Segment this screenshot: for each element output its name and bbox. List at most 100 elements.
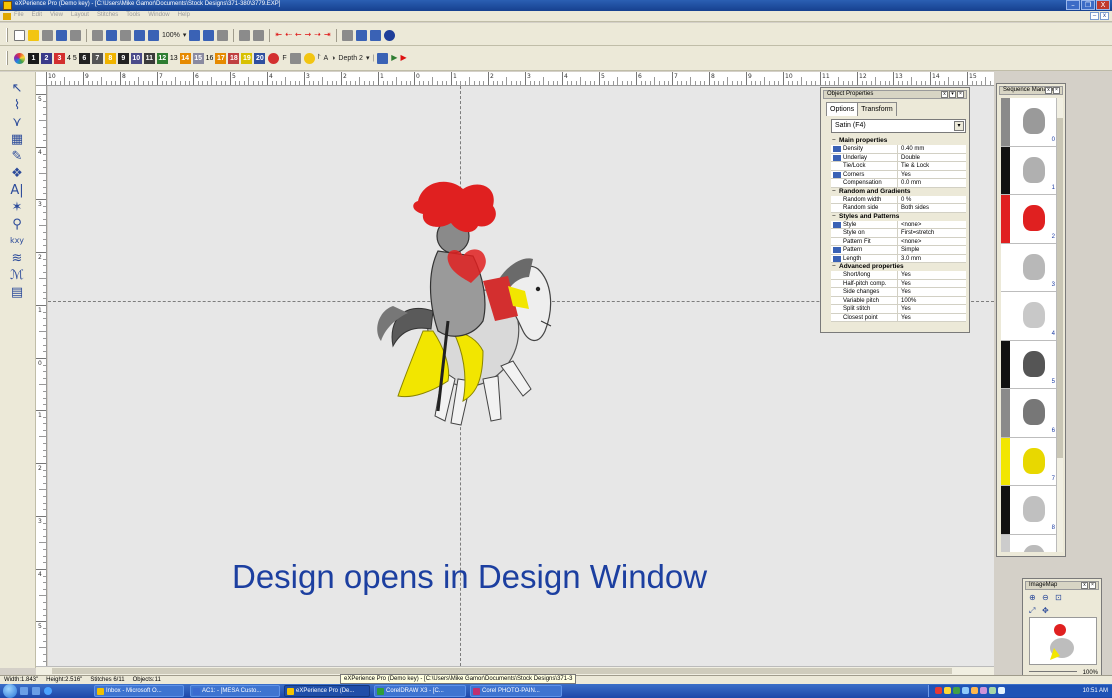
color-wheel-icon[interactable] xyxy=(14,52,25,64)
sequence-item[interactable]: 8 xyxy=(1001,486,1057,535)
tray-app-icon[interactable] xyxy=(935,687,942,694)
map-icon[interactable] xyxy=(369,29,381,41)
property-value[interactable]: Simple xyxy=(897,246,966,254)
prev-stitch-icon[interactable]: ← xyxy=(295,30,302,40)
property-value[interactable]: Yes xyxy=(897,271,966,279)
property-row[interactable]: Closest point Yes xyxy=(831,313,966,322)
panel-pin-icon[interactable]: x xyxy=(941,91,948,98)
needle-icon[interactable]: ⨡ xyxy=(318,54,321,62)
taskbar-button[interactable]: Corel PHOTO-PAIN... xyxy=(470,685,562,697)
property-value[interactable]: Yes xyxy=(897,170,966,178)
snap-icon[interactable] xyxy=(203,29,215,41)
zoom-dropdown-icon[interactable]: ▾ xyxy=(183,31,187,39)
menu-item-tools[interactable]: Tools xyxy=(126,12,140,18)
open-file-icon[interactable] xyxy=(28,29,39,41)
zoom-fit-icon[interactable]: ⊡ xyxy=(1055,593,1065,603)
color-swatch-13[interactable]: 13 xyxy=(170,55,178,62)
property-row[interactable]: Random width 0 % xyxy=(831,195,966,204)
property-value[interactable]: Both sides xyxy=(897,204,966,212)
panel-title-bar[interactable]: Object Properties x ▾ × xyxy=(823,90,967,99)
document-icon[interactable] xyxy=(3,13,11,20)
depth-icon[interactable]: ◑ xyxy=(331,55,335,62)
save-icon[interactable] xyxy=(42,29,53,41)
sun-icon[interactable] xyxy=(303,52,315,64)
property-row[interactable]: Underlay Double xyxy=(831,153,966,162)
chevron-down-icon[interactable]: ▾ xyxy=(954,121,964,131)
property-value[interactable]: First=stretch xyxy=(897,229,966,237)
property-row[interactable]: Style <none> xyxy=(831,220,966,229)
property-value[interactable]: 3.0 mm xyxy=(897,254,966,262)
property-row[interactable]: Density 0.40 mm xyxy=(831,145,966,154)
menu-item-layout[interactable]: Layout xyxy=(71,12,89,18)
tray-app-icon[interactable] xyxy=(962,687,969,694)
tab-transform[interactable]: Transform xyxy=(857,102,897,116)
tray-app-icon[interactable] xyxy=(944,687,951,694)
scrollbar-thumb[interactable] xyxy=(1057,118,1063,458)
play-red-icon[interactable]: ▶ xyxy=(400,53,406,63)
color-swatch-16[interactable]: 16 xyxy=(206,55,214,62)
show-desktop-icon[interactable] xyxy=(20,687,28,695)
sequence-item[interactable]: 2 xyxy=(1001,195,1057,244)
panel-menu-icon[interactable]: ▾ xyxy=(949,91,956,98)
maximize-button[interactable]: ❐ xyxy=(1081,0,1095,10)
property-row[interactable]: Split stitch Yes xyxy=(831,305,966,314)
image-map-preview[interactable] xyxy=(1029,617,1097,665)
property-value[interactable]: Yes xyxy=(897,288,966,296)
color-swatch-7[interactable]: 7 xyxy=(91,52,103,64)
panel-pin-icon[interactable]: x xyxy=(1045,87,1052,94)
paste-icon[interactable] xyxy=(120,29,131,41)
program-tool[interactable]: ▤ xyxy=(7,282,27,302)
property-value[interactable]: Tie & Lock xyxy=(897,162,966,170)
zoom-out-icon[interactable]: ⊖ xyxy=(1042,593,1052,603)
property-section-header[interactable]: Main properties xyxy=(831,137,966,145)
property-row[interactable]: Pattern Simple xyxy=(831,246,966,255)
sequence-item[interactable]: 7 xyxy=(1001,437,1057,486)
toolbar-grip[interactable] xyxy=(6,51,8,65)
property-value[interactable]: 100% xyxy=(897,296,966,304)
play-green-icon[interactable]: ▶ xyxy=(391,53,397,63)
sequence-item[interactable]: 5 xyxy=(1001,340,1057,389)
grid-icon[interactable] xyxy=(189,29,201,41)
prev-color-icon[interactable]: ⇠ xyxy=(285,30,292,40)
view-stitches-icon[interactable] xyxy=(239,29,251,41)
tray-app-icon[interactable] xyxy=(971,687,978,694)
panel-close-icon[interactable]: × xyxy=(1089,582,1096,589)
minimize-button[interactable]: – xyxy=(1066,0,1080,10)
color-swatch-19[interactable]: 19 xyxy=(241,52,253,64)
depth-dropdown-icon[interactable]: ▾ xyxy=(366,54,370,62)
toolbar-more-icon[interactable]: | xyxy=(372,55,374,62)
taskbar-button[interactable]: CorelDRAW X3 - [C... xyxy=(374,685,466,697)
property-value[interactable]: <none> xyxy=(897,220,966,228)
property-value[interactable]: 0.40 mm xyxy=(897,145,966,153)
property-row[interactable]: Length 3.0 mm xyxy=(831,254,966,263)
clock[interactable]: 10:51 AM xyxy=(1083,686,1108,696)
panel-pin-icon[interactable]: x xyxy=(1081,582,1088,589)
property-row[interactable]: Random side Both sides xyxy=(831,204,966,213)
color-swatch-9[interactable]: 9 xyxy=(117,52,129,64)
property-row[interactable]: Variable pitch 100% xyxy=(831,296,966,305)
menu-item-window[interactable]: Window xyxy=(148,12,169,18)
color-swatch-12[interactable]: 12 xyxy=(156,52,168,64)
color-swatch-6[interactable]: 6 xyxy=(78,52,90,64)
zoom-window-icon[interactable]: ⤢ xyxy=(1029,606,1039,616)
measure-icon[interactable] xyxy=(341,29,353,41)
menu-item-help[interactable]: Help xyxy=(178,12,190,18)
tray-app-icon[interactable] xyxy=(953,687,960,694)
embroidery-hoop-icon[interactable] xyxy=(268,52,280,64)
color-swatch-4[interactable]: 4 xyxy=(67,55,71,62)
property-row[interactable]: Style on First=stretch xyxy=(831,229,966,238)
sequence-item[interactable]: 0 xyxy=(1001,98,1057,147)
color-swatch-1[interactable]: 1 xyxy=(28,52,39,64)
panel-close-icon[interactable]: × xyxy=(1053,87,1060,94)
last-stitch-icon[interactable]: ⇥ xyxy=(324,30,331,40)
property-row[interactable]: Short/long Yes xyxy=(831,271,966,280)
color-swatch-2[interactable]: 2 xyxy=(41,52,52,64)
info-icon[interactable] xyxy=(383,29,395,41)
color-swatch-17[interactable]: 17 xyxy=(215,52,227,64)
color-swatch-18[interactable]: 18 xyxy=(228,52,240,64)
color-swatch-8[interactable]: 8 xyxy=(104,52,116,64)
color-swatch-15[interactable]: 15 xyxy=(192,52,204,64)
property-section-header[interactable]: Styles and Patterns xyxy=(831,212,966,221)
property-value[interactable]: Double xyxy=(897,153,966,161)
view-3d-icon[interactable] xyxy=(253,29,265,41)
